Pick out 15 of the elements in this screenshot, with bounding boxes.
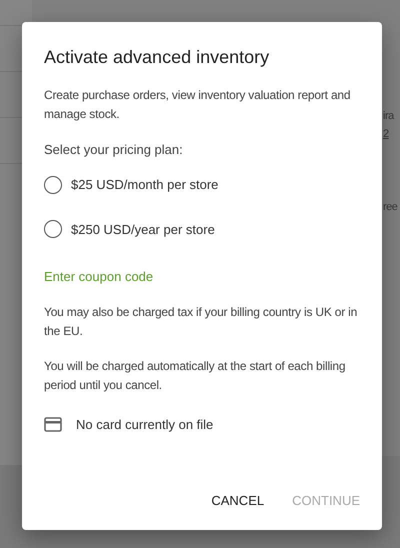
card-status-text: No card currently on file xyxy=(76,416,214,434)
plan-option[interactable]: $25 USD/month per store xyxy=(44,175,360,194)
radio-button[interactable] xyxy=(44,220,62,238)
plan-option[interactable]: $250 USD/year per store xyxy=(44,220,360,239)
description-text: Create purchase orders, view inventory valuation report and manage stock. xyxy=(44,87,352,123)
credit-card-icon xyxy=(44,416,62,432)
dialog-title: Activate advanced inventory xyxy=(44,46,270,69)
billing-note: You may also be charged tax if your billing country is UK or in the EU. xyxy=(44,304,358,340)
background-text: ira xyxy=(383,109,394,124)
plan-prompt: Select your pricing plan: xyxy=(44,141,184,159)
radio-button[interactable] xyxy=(44,176,62,194)
background-text: 2 xyxy=(383,127,389,142)
billing-note: You will be charged automatically at the start of each billing period until you cancel. xyxy=(44,358,346,394)
background-text: ree xyxy=(383,200,398,215)
dialog-button[interactable]: CANCEL xyxy=(201,484,274,516)
